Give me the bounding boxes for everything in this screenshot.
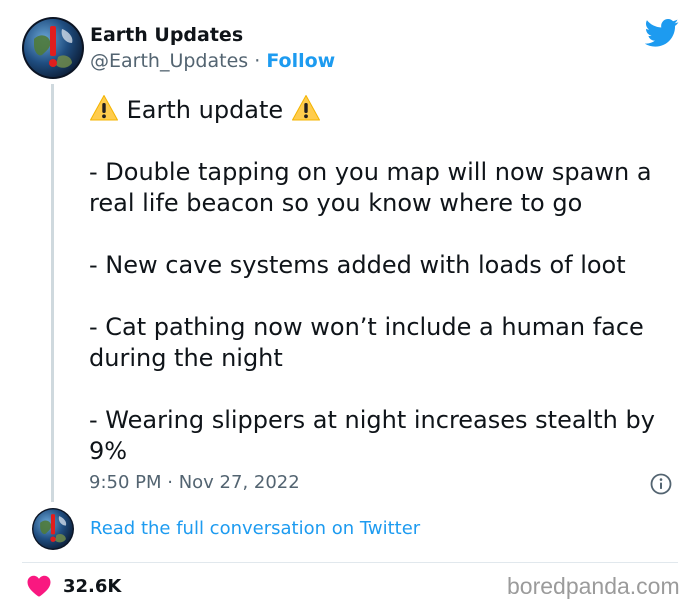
avatar-small[interactable] bbox=[32, 508, 74, 550]
warning-emoji-icon bbox=[90, 95, 118, 121]
tweet-line: - Cat pathing now won’t include a human … bbox=[89, 313, 652, 372]
tweet-text: Earth update - Double tapping on you map… bbox=[89, 94, 679, 467]
thread-line bbox=[51, 84, 54, 502]
warning-emoji-icon bbox=[291, 95, 320, 121]
tweet-line: - New cave systems added with loads of l… bbox=[89, 251, 626, 279]
tweet-timestamp[interactable]: 9:50 PM · Nov 27, 2022 bbox=[89, 471, 300, 495]
tweet-line: - Wearing slippers at night increases st… bbox=[89, 406, 663, 465]
twitter-bird-icon[interactable] bbox=[645, 18, 679, 48]
like-count: 32.6K bbox=[63, 576, 122, 597]
tweet-line: - Double tapping on you map will now spa… bbox=[89, 158, 660, 217]
follow-button[interactable]: Follow bbox=[266, 50, 335, 72]
author-handle-row: @Earth_Updates · Follow bbox=[90, 49, 335, 73]
divider bbox=[22, 562, 678, 563]
handle-separator: · bbox=[254, 50, 261, 72]
watermark: boredpanda.com bbox=[507, 573, 680, 599]
avatar[interactable] bbox=[22, 17, 84, 79]
author-display-name[interactable]: Earth Updates bbox=[90, 23, 243, 47]
heart-icon[interactable] bbox=[27, 575, 51, 597]
author-handle[interactable]: @Earth_Updates bbox=[90, 50, 248, 72]
info-icon[interactable] bbox=[650, 473, 672, 495]
tweet-heading-line: Earth update bbox=[89, 94, 679, 126]
tweet-heading: Earth update bbox=[126, 96, 284, 124]
read-conversation-link[interactable]: Read the full conversation on Twitter bbox=[90, 517, 420, 541]
